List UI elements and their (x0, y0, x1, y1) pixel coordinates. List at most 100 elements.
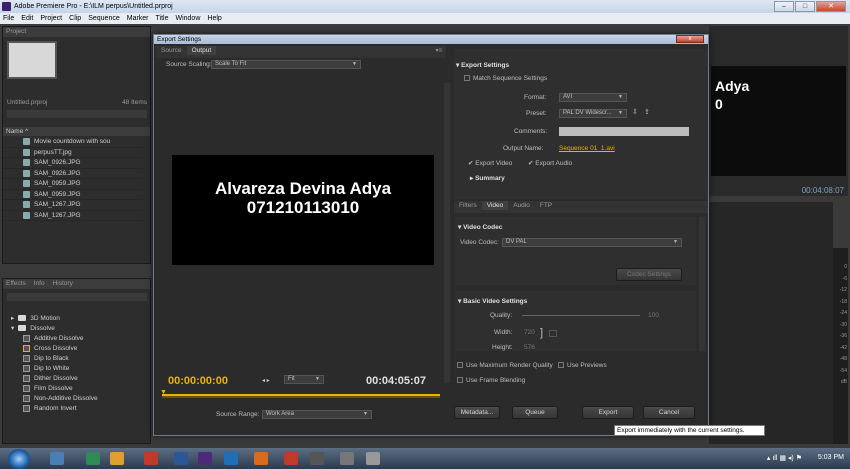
clock[interactable]: 5:03 PM (818, 454, 844, 461)
zoom-fit-dropdown[interactable]: Fit ▼ (284, 375, 324, 384)
tab-video[interactable]: Video (481, 201, 509, 210)
codec-settings-button[interactable]: Codec Settings (616, 268, 682, 281)
transition-icon (23, 394, 30, 402)
tab-ftp[interactable]: FTP (535, 201, 557, 210)
menu-file[interactable]: File (3, 13, 14, 24)
effect-item[interactable]: Cross Dissolve (23, 343, 98, 353)
menu-help[interactable]: Help (207, 13, 221, 24)
menu-edit[interactable]: Edit (21, 13, 33, 24)
item-label: SAM_1267.JPG (34, 201, 81, 209)
output-name-link[interactable]: Sequence 01_1.avi (559, 145, 615, 152)
start-button[interactable] (8, 449, 30, 469)
dialog-close-button[interactable]: x (676, 35, 704, 43)
tab-audio[interactable]: Audio (508, 201, 535, 210)
use-previews-checkbox[interactable]: Use Previews (558, 362, 607, 369)
constrain-proportions-icon[interactable] (549, 330, 557, 337)
folder-3d-motion[interactable]: ▸ 3D Motion (11, 313, 98, 323)
menu-marker[interactable]: Marker (127, 13, 149, 24)
panel-menu-icon[interactable]: ▾≡ (435, 47, 442, 54)
effect-item[interactable]: Dip to Black (23, 353, 98, 363)
list-item[interactable]: SAM_0959.JPG (3, 179, 143, 190)
source-scaling-dropdown[interactable]: Scale To Fit ▼ (211, 60, 361, 69)
frame-blending-checkbox[interactable]: Use Frame Blending (457, 377, 525, 384)
source-range-bar[interactable] (162, 394, 440, 398)
app-icon[interactable] (340, 452, 354, 465)
close-window-button[interactable]: ✕ (816, 1, 846, 12)
import-preset-icon[interactable]: ⇪ (644, 108, 650, 116)
comments-input[interactable] (559, 127, 689, 136)
video-codec-header[interactable]: ▾ Video Codec (458, 223, 502, 231)
media-icon[interactable] (284, 452, 298, 465)
export-audio-checkbox[interactable]: ✔ Export Audio (528, 159, 572, 167)
playhead-icon[interactable]: ▼ (160, 389, 167, 396)
menu-title[interactable]: Title (156, 13, 169, 24)
excel-icon[interactable] (86, 452, 100, 465)
effect-item[interactable]: Dip to White (23, 363, 98, 373)
tab-output[interactable]: Output (186, 46, 217, 55)
tab-filters[interactable]: Filters (454, 201, 482, 210)
effect-item[interactable]: Film Dissolve (23, 383, 98, 393)
settings-scrollbar[interactable] (699, 217, 705, 351)
preset-dropdown[interactable]: PAL DV Widescr... ▼ (559, 109, 627, 118)
list-item[interactable]: SAM_0926.JPG (3, 169, 143, 179)
summary-toggle[interactable]: ▸ Summary (470, 174, 505, 182)
project-name-column[interactable]: Name ^ (3, 127, 150, 136)
tab-source[interactable]: Source (156, 46, 187, 55)
step-back-icon[interactable]: ◂ ▸ (262, 377, 270, 384)
minimize-button[interactable]: – (774, 1, 794, 12)
folder-icon[interactable] (110, 452, 124, 465)
quality-value[interactable]: 100 (648, 312, 659, 319)
tray-icons[interactable]: ▴ ıll ▦ ◂) ⚑ (767, 454, 802, 462)
app-icon[interactable] (366, 452, 380, 465)
effect-item[interactable]: Random Invert (23, 403, 98, 413)
menu-clip[interactable]: Clip (69, 13, 81, 24)
effect-item[interactable]: Non-Additive Dissolve (23, 393, 98, 403)
menu-sequence[interactable]: Sequence (88, 13, 120, 24)
powerpoint-icon[interactable] (144, 452, 158, 465)
list-item[interactable]: perpusTT.jpg (3, 148, 143, 158)
list-item[interactable]: Movie countdown with sou (3, 137, 143, 148)
width-value[interactable]: 720 (524, 329, 535, 336)
tab-effects[interactable]: Effects (6, 279, 26, 289)
tab-history[interactable]: History (53, 279, 73, 289)
list-item[interactable]: SAM_0926.JPG (3, 158, 143, 169)
menu-window[interactable]: Window (175, 13, 200, 24)
height-value[interactable]: 576 (524, 344, 535, 351)
timecode-in[interactable]: 00:00:00:00 (168, 375, 228, 387)
settings-tabs: Filters Video Audio FTP (454, 201, 708, 213)
video-codec-dropdown[interactable]: DV PAL ▼ (502, 238, 682, 247)
save-preset-icon[interactable]: ⇩ (632, 108, 638, 116)
tab-info[interactable]: Info (34, 279, 45, 289)
list-item[interactable]: SAM_0959.JPG (3, 190, 143, 200)
premiere-taskbar-icon[interactable] (198, 452, 212, 465)
app-icon[interactable] (310, 452, 324, 465)
effects-search-input[interactable] (7, 293, 147, 301)
list-item[interactable]: SAM_1267.JPG (3, 200, 143, 211)
format-dropdown[interactable]: AVI ▼ (559, 93, 627, 102)
list-item[interactable]: SAM_1267.JPG (3, 211, 143, 221)
menu-project[interactable]: Project (40, 13, 62, 24)
source-range-dropdown[interactable]: Work Area ▼ (262, 410, 372, 419)
export-button[interactable]: Export (582, 406, 634, 419)
explorer-icon[interactable] (50, 452, 64, 465)
effect-label: Cross Dissolve (34, 344, 78, 352)
basic-video-header[interactable]: ▾ Basic Video Settings (458, 297, 527, 305)
photoshop-icon[interactable] (224, 452, 238, 465)
max-render-quality-checkbox[interactable]: Use Maximum Render Quality (457, 362, 553, 369)
match-sequence-checkbox[interactable]: Match Sequence Settings (464, 75, 547, 82)
metadata-button[interactable]: Metadata... (454, 406, 500, 419)
effect-item[interactable]: Dither Dissolve (23, 373, 98, 383)
project-search-input[interactable] (7, 110, 147, 118)
maximize-button[interactable]: □ (795, 1, 815, 12)
queue-button[interactable]: Queue (512, 406, 558, 419)
export-settings-header[interactable]: ▾ Export Settings (456, 61, 509, 69)
preview-scrollbar[interactable] (444, 83, 450, 383)
image-icon (23, 169, 30, 177)
firefox-icon[interactable] (254, 452, 268, 465)
export-video-checkbox[interactable]: ✔ Export Video (468, 159, 512, 167)
folder-dissolve[interactable]: ▾ Dissolve (11, 323, 98, 333)
quality-slider[interactable] (522, 315, 640, 316)
cancel-button[interactable]: Cancel (643, 406, 695, 419)
effect-item[interactable]: Additive Dissolve (23, 333, 98, 343)
word-icon[interactable] (174, 452, 188, 465)
